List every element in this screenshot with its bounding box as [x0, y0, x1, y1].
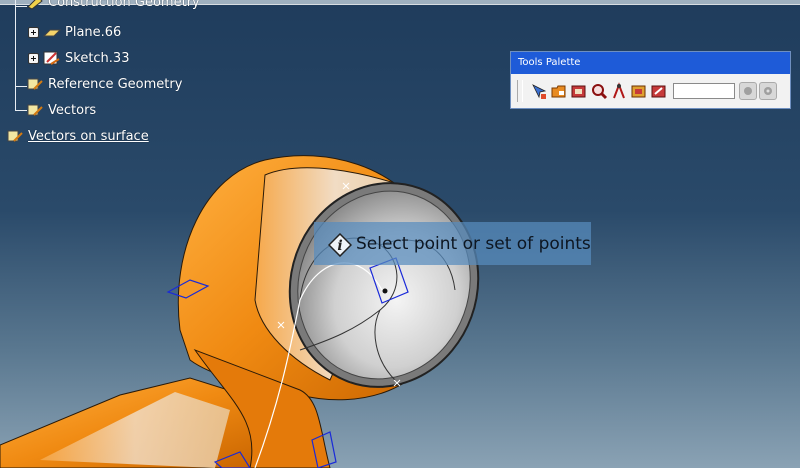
geometry-set-icon: [26, 0, 44, 10]
svg-text:i: i: [337, 238, 342, 254]
geometry-set-icon: [26, 76, 44, 92]
image-icon[interactable]: [569, 82, 588, 101]
palette-toolbar: [511, 74, 790, 108]
tree-item-label: Plane.66: [65, 24, 122, 40]
expand-icon[interactable]: [28, 52, 39, 64]
3d-viewport[interactable]: Construction Geometry Plane.66 Sketch.33…: [0, 0, 800, 468]
options-icon[interactable]: [739, 82, 757, 100]
compass-icon[interactable]: [609, 82, 628, 101]
tree-item-label: Construction Geometry: [48, 0, 200, 10]
specification-tree: Construction Geometry Plane.66 Sketch.33…: [0, 0, 400, 160]
settings-icon[interactable]: [759, 82, 777, 100]
tree-item-vectors[interactable]: Vectors: [26, 102, 96, 118]
tree-item-label: Vectors: [48, 102, 97, 118]
edit-image-icon[interactable]: [649, 82, 668, 101]
tree-connector: [15, 0, 16, 110]
point-icon[interactable]: [529, 82, 548, 101]
info-icon: i: [327, 232, 353, 257]
tree-item-label: Sketch.33: [65, 50, 130, 66]
tree-item-vectors-on-surface[interactable]: Vectors on surface: [6, 128, 149, 144]
tree-item-construction-geometry[interactable]: Construction Geometry: [26, 0, 200, 10]
open-folder-icon[interactable]: [549, 82, 568, 101]
prompt-text: Select point or set of points: [356, 233, 591, 254]
tools-palette[interactable]: Tools Palette: [510, 51, 791, 109]
selection-prompt: i Select point or set of points: [314, 222, 591, 265]
toolbar-grip[interactable]: [517, 80, 523, 102]
palette-value-input[interactable]: [673, 83, 735, 99]
tree-item-plane-66[interactable]: Plane.66: [28, 24, 121, 40]
palette-title[interactable]: Tools Palette: [511, 52, 790, 74]
expand-icon[interactable]: [28, 26, 39, 38]
tree-item-label: Vectors on surface: [28, 128, 149, 144]
tree-item-label: Reference Geometry: [48, 76, 183, 92]
magnifier-icon[interactable]: [589, 82, 608, 101]
geometry-set-icon: [26, 102, 44, 118]
sketch-icon: [43, 50, 61, 66]
folder-image-icon[interactable]: [629, 82, 648, 101]
tree-item-reference-geometry[interactable]: Reference Geometry: [26, 76, 182, 92]
plane-icon: [42, 24, 62, 40]
tree-item-sketch-33[interactable]: Sketch.33: [28, 50, 129, 66]
geometry-set-icon: [6, 128, 24, 144]
